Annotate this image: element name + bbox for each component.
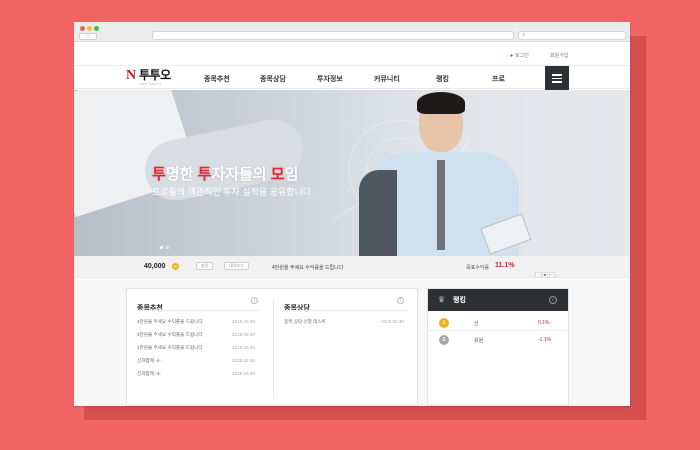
ranking-header: ♛ 랭킹 › <box>428 289 568 311</box>
target-rate-label: 목표수익률 <box>466 265 490 271</box>
list-item-date: 2018.03.30 <box>232 319 255 324</box>
hero-title-part: 투 <box>152 166 166 183</box>
back-forward-buttons[interactable]: ‹ › <box>79 33 97 40</box>
minimize-window-button[interactable] <box>87 26 92 31</box>
login-label: 로그인 <box>515 53 529 59</box>
hamburger-line <box>552 74 562 76</box>
browser-toolbar: ‹ › ⌕ <box>74 22 630 42</box>
logo-text: 투투오 <box>139 68 171 82</box>
list-item[interactable]: 4만원을 주세요 수익률을 드립니다 2018.03.30 <box>137 319 255 325</box>
hamburger-menu-button[interactable] <box>545 66 569 90</box>
next-arrow-icon[interactable]: › <box>549 272 555 278</box>
browser-window: ‹ › ⌕ ● 로그인 회원가입 N 투투오 TOO TOO O 종목추천 종목상… <box>74 22 630 406</box>
list-item[interactable]: 3만원을 주세요 수익률을 드립니다 2018.03.30 <box>137 332 255 338</box>
target-rate-value: 11.1% <box>495 262 515 269</box>
hamburger-line <box>552 77 562 79</box>
nav-item-invest-info[interactable]: 투자정보 <box>317 74 343 84</box>
content-area: 종목추천 › 4만원을 주세요 수익률을 드립니다 2018.03.30 3만원을… <box>74 280 630 406</box>
recommend-column: 종목추천 <box>137 297 163 315</box>
hero-page-dot[interactable] <box>166 246 169 249</box>
nav-item-consult[interactable]: 종목상담 <box>260 74 286 84</box>
nav-item-recommend[interactable]: 종목추천 <box>204 74 230 84</box>
list-item-title: 종목 상담 신청 테스트 <box>284 319 326 324</box>
coin-icon: P <box>172 263 179 270</box>
column-divider <box>273 299 274 399</box>
ranking-row[interactable]: 1 신 0.1% <box>428 315 568 331</box>
hero-banner: 투명한 투자자들의 모임 프로들의 객관적인 투자 실적을 공유합니다. <box>74 90 630 256</box>
hero-person-hair <box>417 92 465 114</box>
hero-title-part: 모 <box>270 166 285 183</box>
list-item-title: 4만원을 주세요 수익률을 드립니다 <box>137 319 203 324</box>
list-item[interactable]: 2만원을 주세요 수익률을 드립니다 2018.03.30 <box>137 345 255 351</box>
list-item[interactable]: 종목 상담 신청 테스트 2018.03.30 <box>284 319 404 325</box>
ranking-panel: ♛ 랭킹 › 1 신 0.1% 2 유원 -1.1% <box>427 288 569 406</box>
list-item-date: 2018.03.28 <box>232 358 255 363</box>
points-value: 40,000 <box>144 263 166 270</box>
ranking-row[interactable]: 2 유원 -1.1% <box>428 332 568 348</box>
list-item-date: 2018.03.30 <box>232 345 255 350</box>
recommend-more-button[interactable]: › <box>251 297 258 304</box>
hero-title: 투명한 투자자들의 모임 <box>152 163 298 184</box>
hero-title-part: 자자들의 <box>211 166 271 183</box>
rank-value: -1.1% <box>538 337 552 343</box>
hero-page-dot[interactable] <box>160 246 163 249</box>
logo-tagline: TOO TOO O <box>140 82 162 86</box>
stats-message: 4만원을 주세요 수익률을 드립니다 <box>272 265 344 271</box>
nav-item-ranking[interactable]: 랭킹 <box>436 74 449 84</box>
consult-divider <box>284 310 408 311</box>
history-button[interactable]: 내역보기 <box>224 262 249 270</box>
login-link[interactable]: ● 로그인 <box>510 52 529 59</box>
nav-item-pro[interactable]: 프로 <box>492 74 505 84</box>
main-navigation: N 투투오 TOO TOO O 종목추천 종목상담 투자정보 커뮤니티 랭킹 프… <box>74 65 630 90</box>
list-item-title: 신과함께 -4- <box>137 358 161 363</box>
site-logo[interactable]: N 투투오 TOO TOO O <box>126 69 184 87</box>
list-item[interactable]: 신과함께 -3- 2018.03.28 <box>137 371 255 377</box>
consult-column: 종목상담 <box>284 297 310 315</box>
rank-badge: 2 <box>439 335 449 345</box>
hero-person-jacket <box>359 170 397 256</box>
hero-title-part: 임 <box>284 166 299 183</box>
hero-title-part: 투 <box>197 166 212 183</box>
join-link[interactable]: 회원가입 <box>550 52 568 59</box>
utility-bar: ● 로그인 회원가입 <box>74 50 630 63</box>
trophy-icon: ♛ <box>438 295 446 304</box>
consult-more-button[interactable]: › <box>397 297 404 304</box>
list-item[interactable]: 신과함께 -4- 2018.03.28 <box>137 358 255 364</box>
close-window-button[interactable] <box>80 26 85 31</box>
hamburger-line <box>552 81 562 83</box>
logo-mark-icon: N <box>126 68 137 83</box>
hero-title-part: 명한 <box>165 166 198 183</box>
stats-arrows: ‹ ■ › <box>535 263 556 281</box>
ranking-more-button[interactable]: › <box>549 296 557 304</box>
hero-pagination <box>160 236 172 254</box>
browser-search-box[interactable]: ⌕ <box>518 31 626 40</box>
search-icon: ⌕ <box>522 32 526 38</box>
list-item-date: 2018.03.30 <box>381 319 404 324</box>
rank-value: 0.1% <box>538 320 550 326</box>
rank-name: 유원 <box>474 338 484 344</box>
list-item-title: 신과함께 -3- <box>137 371 161 376</box>
pause-icon[interactable]: ■ <box>542 272 548 278</box>
list-item-title: 3만원을 주세요 수익률을 드립니다 <box>137 332 203 337</box>
hero-subtitle: 프로들의 객관적인 투자 실적을 공유합니다. <box>152 187 314 197</box>
recommend-divider <box>137 310 261 311</box>
board-panel: 종목추천 › 4만원을 주세요 수익률을 드립니다 2018.03.30 3만원을… <box>126 288 418 406</box>
charge-button[interactable]: 충전 <box>196 262 214 270</box>
maximize-window-button[interactable] <box>94 26 99 31</box>
rank-name: 신 <box>474 321 479 327</box>
address-bar[interactable] <box>152 31 514 40</box>
prev-arrow-icon[interactable]: ‹ <box>535 272 541 278</box>
nav-item-community[interactable]: 커뮤니티 <box>374 74 400 84</box>
stats-bar: 40,000 P 충전 내역보기 4만원을 주세요 수익률을 드립니다 목표수익… <box>74 256 630 278</box>
person-icon: ● <box>510 53 514 59</box>
list-item-title: 2만원을 주세요 수익률을 드립니다 <box>137 345 203 350</box>
ranking-title: 랭킹 <box>453 297 466 304</box>
rank-badge: 1 <box>439 318 449 328</box>
list-item-date: 2018.03.28 <box>232 371 255 376</box>
hero-person-tie <box>437 160 445 250</box>
list-item-date: 2018.03.30 <box>232 332 255 337</box>
